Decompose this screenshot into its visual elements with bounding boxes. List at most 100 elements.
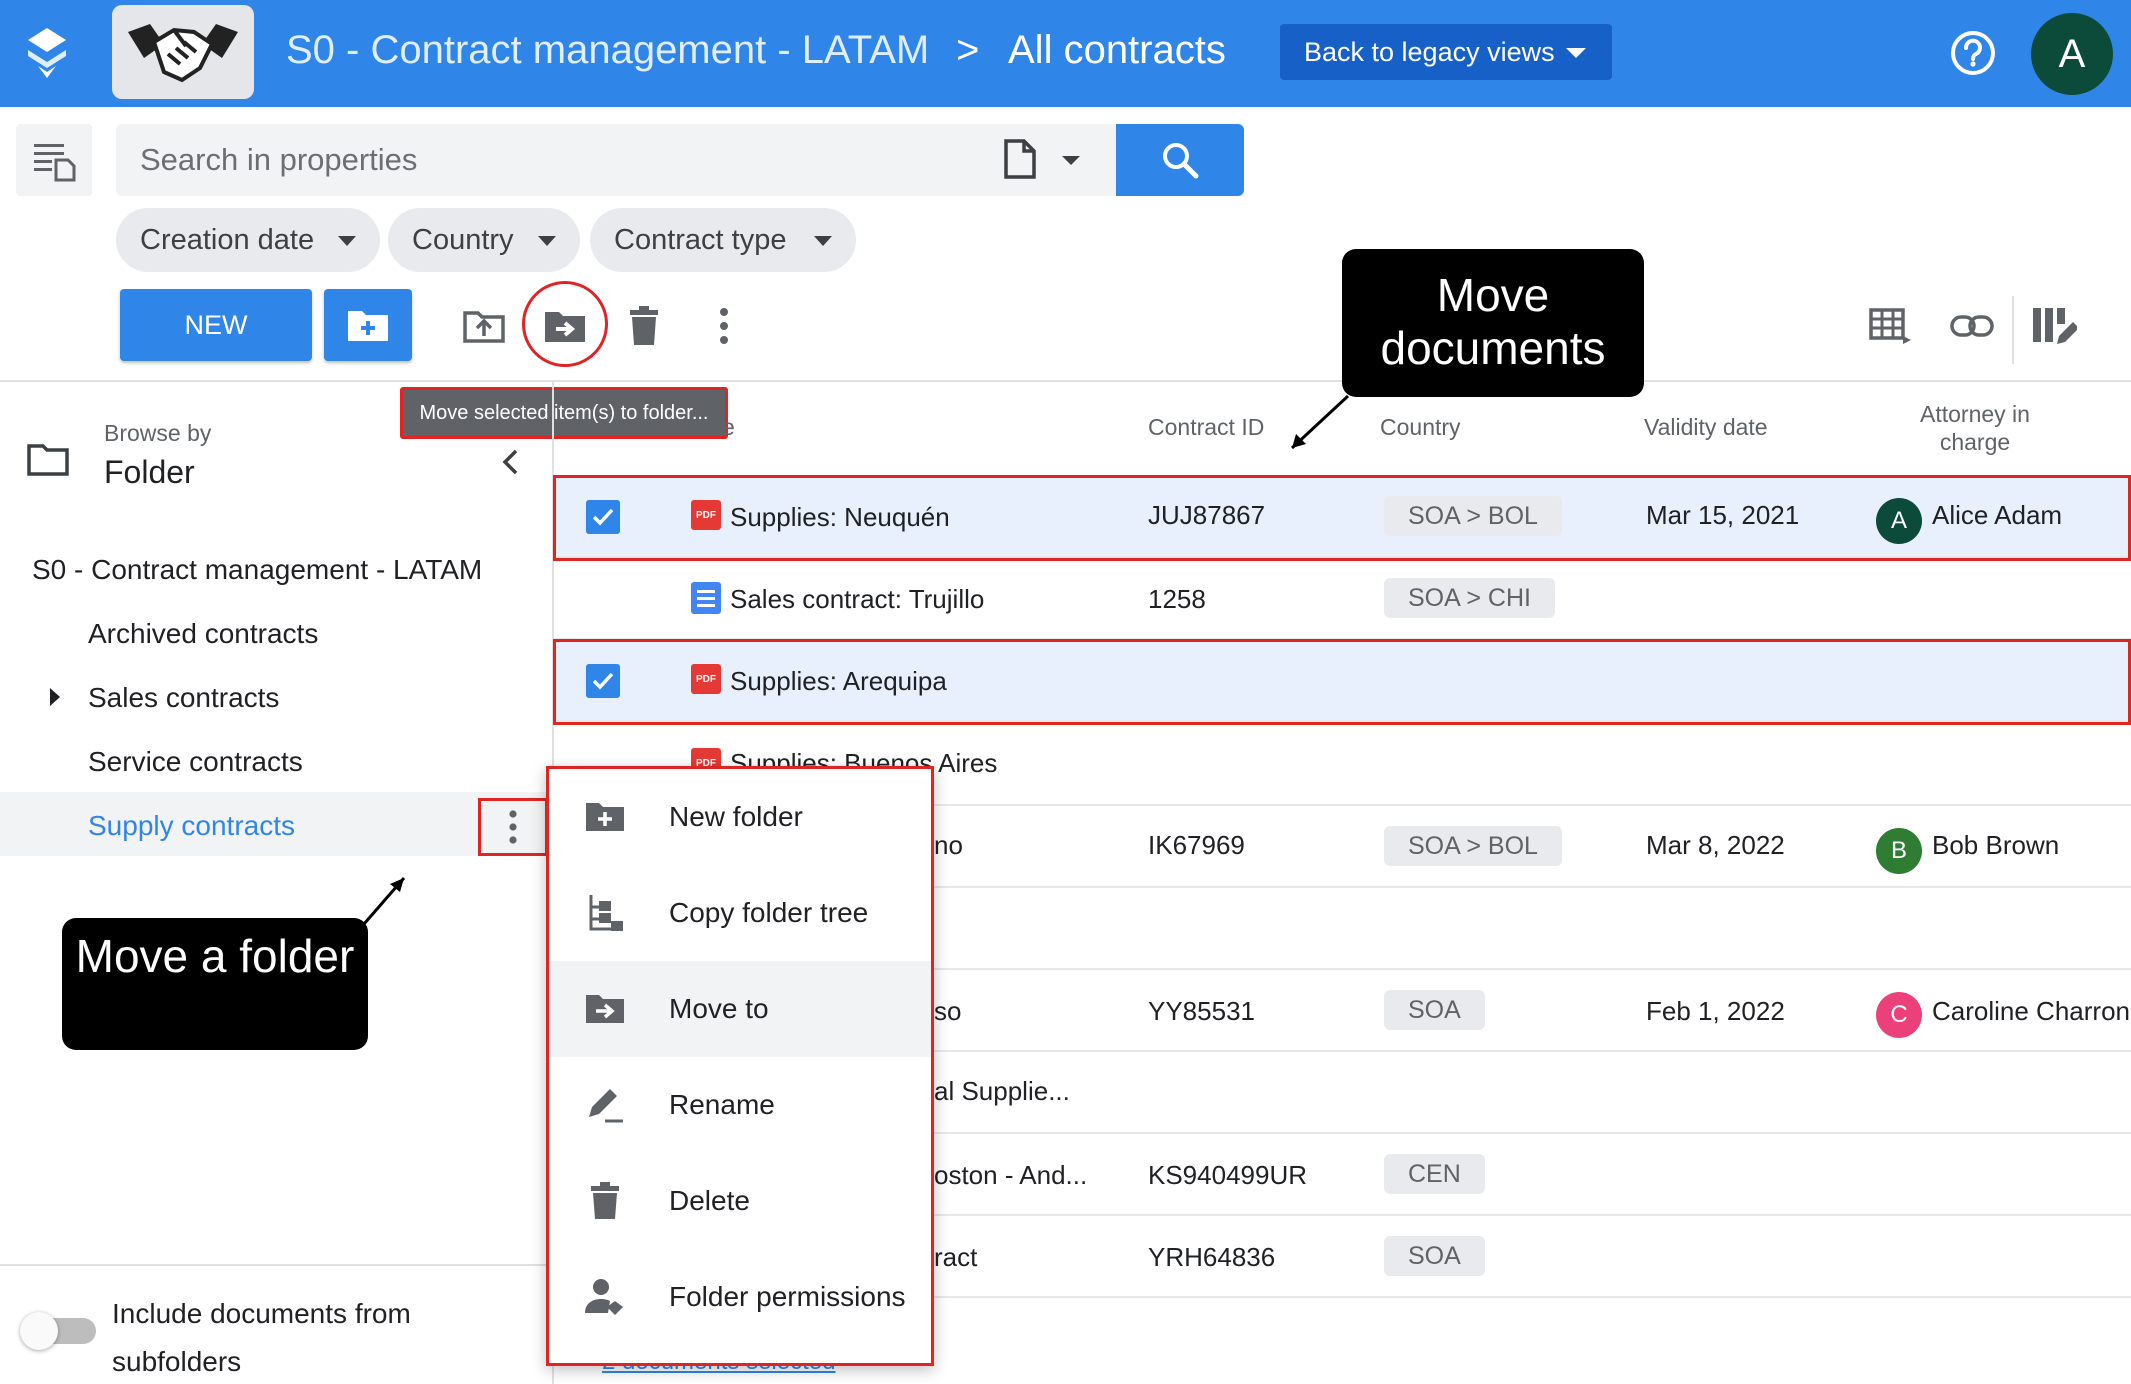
upload-to-folder-button[interactable]: [458, 300, 510, 352]
folder-root[interactable]: S0 - Contract management - LATAM: [32, 554, 482, 586]
row-attorney: Caroline Charron: [1932, 996, 2130, 1026]
search-input[interactable]: [140, 140, 990, 180]
row-country-chip: SOA > BOL: [1384, 826, 1562, 866]
attorney-avatar: C: [1876, 992, 1922, 1038]
folder-tree-icon: [589, 895, 623, 931]
search-button[interactable]: [1116, 124, 1244, 196]
column-header-contract-id[interactable]: Contract ID: [1148, 414, 1264, 441]
filter-label: Creation date: [140, 223, 315, 256]
caret-down-icon: [338, 236, 356, 246]
filter-label: Contract type: [614, 223, 787, 256]
column-header-validity-date[interactable]: Validity date: [1644, 414, 1768, 441]
breadcrumb-root[interactable]: S0 - Contract management - LATAM: [286, 28, 929, 73]
column-header-title[interactable]: e: [722, 414, 735, 441]
row-contract-id: KS940499UR: [1148, 1160, 1307, 1190]
column-header-attorney[interactable]: Attorney in charge: [1904, 400, 2046, 456]
user-permissions-icon: [585, 1279, 623, 1315]
new-folder-button[interactable]: [324, 289, 412, 361]
filter-country[interactable]: Country: [388, 208, 580, 272]
more-actions-button[interactable]: [698, 300, 750, 352]
folder-supply-contracts[interactable]: Supply contracts: [88, 810, 295, 842]
legacy-views-dropdown[interactable]: Back to legacy views: [1280, 24, 1612, 80]
subfolders-toggle-knob[interactable]: [20, 1312, 58, 1350]
menu-item-delete[interactable]: Delete: [549, 1153, 931, 1249]
column-header-country[interactable]: Country: [1380, 414, 1461, 441]
folder-outline-icon: [26, 442, 70, 478]
row-title[interactable]: Sales contract: Trujillo: [730, 584, 984, 615]
table-export-icon: [1869, 308, 1911, 344]
caret-down-icon: [1566, 48, 1586, 58]
new-button[interactable]: NEW: [120, 289, 312, 361]
document-type-icon[interactable]: [1002, 138, 1038, 180]
copy-link-button[interactable]: [1946, 300, 1998, 352]
app-header: S0 - Contract management - LATAM > All c…: [0, 0, 2131, 107]
column-edit-icon: [2033, 308, 2077, 344]
annotation-move-folder: Move a folder: [62, 918, 368, 1050]
menu-item-label: Rename: [669, 1089, 775, 1120]
trash-icon: [630, 306, 658, 345]
sidebar-bottom-divider: [0, 1264, 552, 1266]
document-list-icon: [34, 144, 76, 182]
app-logo-icon[interactable]: [24, 26, 70, 80]
row-contract-id: YY85531: [1148, 996, 1255, 1026]
row-country-chip: SOA: [1384, 1236, 1485, 1276]
menu-item-label: Copy folder tree: [669, 897, 869, 928]
row-title[interactable]: no: [934, 830, 963, 861]
edit-columns-button[interactable]: [2028, 300, 2080, 352]
filter-creation-date[interactable]: Creation date: [116, 208, 380, 272]
attorney-avatar: B: [1876, 828, 1922, 874]
menu-item-label: Move to: [669, 993, 769, 1024]
move-tooltip: Move selected item(s) to folder...: [400, 387, 728, 439]
selection-highlight: [553, 639, 2131, 725]
folder-upload-icon: [463, 311, 505, 343]
toolbar-bottom-divider: [0, 380, 2131, 382]
folder-archived-contracts[interactable]: Archived contracts: [88, 618, 318, 650]
legacy-views-label: Back to legacy views: [1304, 36, 1555, 67]
browse-by-label: Browse by: [104, 420, 212, 446]
move-button-highlight: [522, 281, 608, 367]
folder-sales-contracts[interactable]: Sales contracts: [88, 682, 279, 714]
filter-label: Country: [412, 223, 514, 256]
annotation-arrow-icon: [362, 877, 406, 925]
row-title[interactable]: so: [934, 996, 961, 1027]
filter-contract-type[interactable]: Contract type: [590, 208, 856, 272]
menu-item-copy-folder-tree[interactable]: Copy folder tree: [549, 865, 931, 961]
toolbar-divider: [2012, 296, 2014, 364]
menu-item-rename[interactable]: Rename: [549, 1057, 931, 1153]
folder-plus-icon: [586, 803, 624, 831]
annotation-arrow-icon: [1290, 394, 1350, 450]
browse-mode-selector[interactable]: Folder: [104, 454, 195, 491]
search-box: [116, 124, 1116, 196]
menu-item-move-to[interactable]: Move to: [549, 961, 931, 1057]
expand-arrow-icon[interactable]: [50, 688, 60, 706]
user-avatar[interactable]: A: [2031, 13, 2113, 95]
row-attorney: Bob Brown: [1932, 830, 2060, 860]
row-country-chip: SOA > CHI: [1384, 578, 1555, 618]
caret-down-icon: [538, 236, 556, 246]
more-vert-icon: [509, 810, 517, 844]
row-contract-id: IK67969: [1148, 830, 1245, 860]
menu-item-folder-permissions[interactable]: Folder permissions: [549, 1249, 931, 1345]
document-type-caret-icon[interactable]: [1062, 156, 1080, 165]
handshake-icon: [128, 24, 238, 83]
row-title[interactable]: al Supplie...: [934, 1076, 1070, 1107]
pencil-icon: [589, 1089, 623, 1123]
folder-menu-button[interactable]: [478, 798, 548, 856]
help-icon[interactable]: [1950, 30, 1996, 76]
folder-service-contracts[interactable]: Service contracts: [88, 746, 303, 778]
annotation-move-documents: Move documents: [1342, 249, 1644, 397]
row-title[interactable]: oston - And...: [934, 1160, 1087, 1191]
menu-item-new-folder[interactable]: New folder: [549, 769, 931, 865]
row-country-chip: CEN: [1384, 1154, 1485, 1194]
row-title[interactable]: ract: [934, 1242, 977, 1273]
collapse-sidebar-icon[interactable]: [500, 448, 522, 476]
delete-button[interactable]: [618, 300, 670, 352]
menu-item-label: Folder permissions: [669, 1281, 906, 1312]
row-country-chip: SOA: [1384, 990, 1485, 1030]
breadcrumb-separator: >: [956, 28, 980, 72]
selection-highlight: [553, 475, 2131, 561]
export-table-button[interactable]: [1866, 300, 1918, 352]
list-view-button[interactable]: [16, 124, 92, 196]
table-row[interactable]: Sales contract: Trujillo 1258 SOA > CHI: [554, 558, 2131, 640]
workspace-logo[interactable]: [112, 5, 254, 99]
